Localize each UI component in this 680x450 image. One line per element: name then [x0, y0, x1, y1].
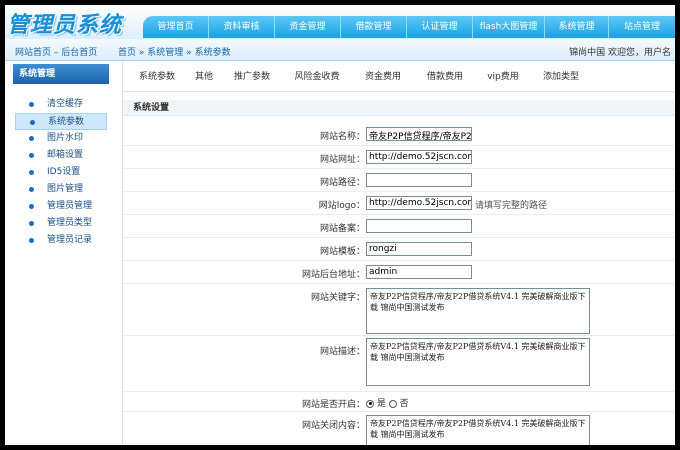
site-icp-label: 网站备案：	[319, 224, 365, 234]
nav-item-funds[interactable]: 资金管理	[275, 16, 341, 38]
close-content-label: 网站关闭内容：	[301, 421, 365, 431]
tab-bar: 系统参数 其他 推广参数 风险金收费 资金费用 借款费用 vip费用 添加类型	[123, 62, 675, 92]
site-url-input[interactable]: http://demo.52jscn.com	[366, 150, 472, 164]
description-textarea[interactable]: 帝友P2P信贷程序/帝友P2P借贷系统V4.1 完美破解商业版下载 锦尚中国测试…	[366, 338, 590, 386]
sidebar-item-watermark[interactable]: 图片水印	[15, 130, 107, 147]
site-template-input[interactable]: rongzi	[366, 242, 472, 256]
nav-item-home[interactable]: 管理首页	[143, 16, 209, 38]
breadcrumb-separator: »	[138, 48, 145, 58]
site-open-radio-group: 是 否	[366, 396, 409, 409]
form-row: 网站关闭内容： 帝友P2P信贷程序/帝友P2P借贷系统V4.1 完美破解商业版下…	[123, 412, 675, 445]
description-label: 网站描述：	[319, 347, 365, 357]
breadcrumb-params[interactable]: 系统参数	[195, 48, 231, 58]
header: 管理员系统 管理首页 资料审核 资金管理 借款管理 认证管理 flash大图管理…	[5, 5, 675, 39]
nav-item-review[interactable]: 资料审核	[209, 16, 275, 38]
form-row: 网站路径：	[123, 169, 675, 192]
form-row: 网站名称： 帝友P2P信贷程序/帝友P2	[123, 123, 675, 146]
keywords-label: 网站关键字：	[310, 293, 365, 303]
tab-fund-fee[interactable]: 资金费用	[351, 62, 415, 92]
tab-promotion[interactable]: 推广参数	[221, 62, 283, 92]
sidebar-item-system-params[interactable]: 系统参数	[15, 113, 107, 130]
sidebar-title: 系统管理	[13, 64, 109, 84]
site-url-label: 网站网址：	[319, 155, 365, 165]
tab-system-params[interactable]: 系统参数	[127, 62, 187, 92]
breadcrumb-separator: »	[186, 48, 192, 58]
home-links[interactable]: 网站首页 – 后台首页	[15, 45, 97, 58]
site-open-yes-label: 是	[376, 399, 386, 409]
logo: 管理员系统	[7, 12, 123, 38]
section-title: 系统设置	[123, 100, 675, 116]
top-nav: 管理首页 资料审核 资金管理 借款管理 认证管理 flash大图管理 系统管理 …	[143, 16, 675, 38]
sidebar-item-id5[interactable]: ID5设置	[15, 164, 107, 181]
form-row: 网站模板： rongzi	[123, 238, 675, 261]
admin-path-input[interactable]: admin	[366, 265, 472, 279]
tab-other[interactable]: 其他	[187, 62, 221, 92]
breadcrumb: 首页 » 系统管理 » 系统参数	[118, 45, 231, 58]
nav-item-system[interactable]: 系统管理	[545, 16, 609, 38]
site-logo-label: 网站logo：	[318, 201, 365, 211]
form-row: 网站网址： http://demo.52jscn.com	[123, 146, 675, 169]
form-row: 网站logo： http://demo.52jscn.com/tt 请填写完整的…	[123, 192, 675, 215]
tab-add-type[interactable]: 添加类型	[531, 62, 591, 92]
close-content-textarea[interactable]: 帝友P2P信贷程序/帝友P2P借贷系统V4.1 完美破解商业版下载 锦尚中国测试…	[366, 415, 590, 445]
keywords-textarea[interactable]: 帝友P2P信贷程序/帝友P2P借贷系统V4.1 完美破解商业版下载 锦尚中国测试…	[366, 288, 590, 334]
form-row: 网站后台地址： admin	[123, 261, 675, 284]
app-window: 管理员系统 管理首页 资料审核 资金管理 借款管理 认证管理 flash大图管理…	[5, 5, 675, 445]
form-row: 网站关键字： 帝友P2P信贷程序/帝友P2P借贷系统V4.1 完美破解商业版下载…	[123, 284, 675, 336]
form-row: 网站备案：	[123, 215, 675, 238]
sidebar-item-admins[interactable]: 管理员管理	[15, 198, 107, 215]
site-logo-hint: 请填写完整的路径	[475, 201, 548, 211]
site-open-label: 网站是否开启：	[301, 400, 365, 410]
tab-vip-fee[interactable]: vip费用	[475, 62, 531, 92]
sidebar-item-admin-types[interactable]: 管理员类型	[15, 215, 107, 232]
admin-path-label: 网站后台地址：	[301, 270, 365, 280]
site-name-input[interactable]: 帝友P2P信贷程序/帝友P2	[366, 127, 472, 141]
site-logo-input[interactable]: http://demo.52jscn.com/tt	[366, 196, 472, 210]
nav-item-flash[interactable]: flash大图管理	[473, 16, 545, 38]
site-name-label: 网站名称：	[319, 132, 365, 142]
sidebar-item-clear-cache[interactable]: 清空缓存	[15, 96, 107, 113]
site-open-no-radio[interactable]	[388, 399, 397, 408]
tab-risk-fee[interactable]: 风险金收费	[283, 62, 351, 92]
welcome-text: 锦尚中国 欢迎您，用户名	[569, 48, 671, 58]
sub-bar: 网站首页 – 后台首页 首页 » 系统管理 » 系统参数 锦尚中国 欢迎您，用户…	[5, 39, 675, 61]
site-template-label: 网站模板：	[319, 247, 365, 257]
form-row: 网站是否开启： 是 否	[123, 392, 675, 412]
site-open-yes-radio[interactable]	[366, 399, 374, 408]
site-path-input[interactable]	[366, 173, 472, 187]
nav-item-auth[interactable]: 认证管理	[407, 16, 473, 38]
breadcrumb-system[interactable]: 系统管理	[147, 48, 183, 58]
site-path-label: 网站路径：	[319, 178, 365, 188]
sidebar: 系统管理 清空缓存 系统参数 图片水印 邮箱设置 ID5设置 图片管理 管理员管…	[5, 62, 117, 445]
nav-item-site[interactable]: 站点管理	[609, 16, 675, 38]
sidebar-item-images[interactable]: 图片管理	[15, 181, 107, 198]
sidebar-item-admin-log[interactable]: 管理员记录	[15, 232, 107, 249]
site-icp-input[interactable]	[366, 219, 472, 233]
tab-loan-fee[interactable]: 借款费用	[415, 62, 475, 92]
main-content: 系统参数 其他 推广参数 风险金收费 资金费用 借款费用 vip费用 添加类型 …	[122, 62, 675, 445]
site-open-no-label: 否	[399, 399, 409, 409]
breadcrumb-home[interactable]: 首页	[118, 48, 136, 58]
nav-item-loans[interactable]: 借款管理	[341, 16, 407, 38]
sidebar-item-email[interactable]: 邮箱设置	[15, 147, 107, 164]
sidebar-list: 清空缓存 系统参数 图片水印 邮箱设置 ID5设置 图片管理 管理员管理 管理员…	[5, 96, 117, 249]
form-row: 网站描述： 帝友P2P信贷程序/帝友P2P借贷系统V4.1 完美破解商业版下载 …	[123, 336, 675, 392]
